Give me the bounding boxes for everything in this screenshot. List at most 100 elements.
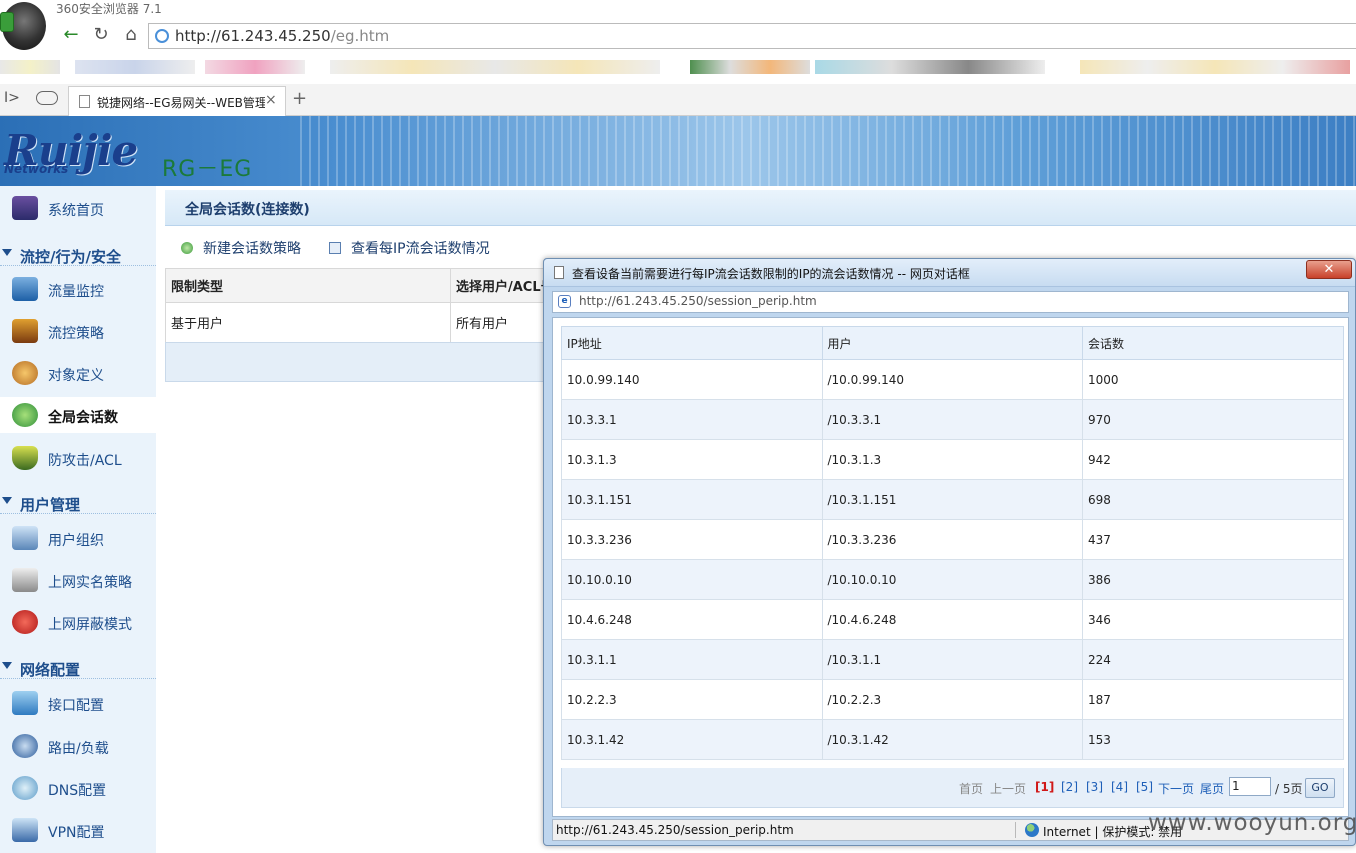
sidebar-item-label: 上网屏蔽模式 <box>48 617 132 633</box>
toolbar: 新建会话数策略 查看每IP流会话数情况 <box>165 234 865 260</box>
tab-close-icon[interactable]: × <box>265 92 277 108</box>
view-per-ip-link[interactable]: 查看每IP流会话数情况 <box>329 238 490 258</box>
tab-bar: I> 锐捷网络--EG易网关--WEB管理 × + <box>0 84 1356 116</box>
pager: 首页 上一页 [1] [2] [3] [4] [5] 下一页 尾页 1 / 5页… <box>561 768 1344 808</box>
sidebar-item-routing[interactable]: 路由/负载 <box>0 728 156 764</box>
banner-decoration <box>300 116 1356 186</box>
table-row[interactable]: 10.2.2.3/10.2.2.3 187 <box>561 679 1344 720</box>
cell-ip: 10.3.1.1 <box>561 639 823 680</box>
favorite-item[interactable] <box>0 60 60 74</box>
pager-last[interactable]: 尾页 <box>1200 780 1224 797</box>
refresh-icon[interactable]: ↻ <box>88 24 114 48</box>
sidebar-group-users[interactable]: 用户管理 <box>0 492 156 514</box>
sidebar-toggle-icon[interactable]: I> <box>4 90 20 106</box>
sidebar-group-label: 流控/行为/安全 <box>20 248 121 266</box>
status-divider <box>1015 822 1016 838</box>
avatar-badge <box>0 12 14 32</box>
sidebar-item-attack-acl[interactable]: 防攻击/ACL <box>0 440 156 476</box>
tab-active[interactable]: 锐捷网络--EG易网关--WEB管理 × <box>68 86 286 116</box>
table-row[interactable]: 10.3.1.151/10.3.1.151 698 <box>561 479 1344 520</box>
favorite-item[interactable] <box>815 60 1045 74</box>
list-icon <box>329 242 341 254</box>
dialog-address-bar: e http://61.243.45.250/session_perip.htm <box>552 291 1349 313</box>
sidebar-group-label: 网络配置 <box>20 661 81 679</box>
pager-page-1[interactable]: [1] <box>1035 780 1054 794</box>
dialog-title: 查看设备当前需要进行每IP流会话数限制的IP的流会话数情况 -- 网页对话框 <box>572 267 970 281</box>
router-icon <box>12 734 38 758</box>
table-row[interactable]: 10.3.1.1/10.3.1.1 224 <box>561 639 1344 680</box>
table-header-row: IP地址 用户 会话数 <box>561 326 1344 360</box>
cell-sessions: 1000 <box>1082 359 1344 400</box>
favorite-item[interactable] <box>330 60 660 74</box>
page-number-input[interactable]: 1 <box>1229 777 1271 796</box>
table-row[interactable]: 10.3.1.3/10.3.1.3 942 <box>561 439 1344 480</box>
page-banner: Ruijie Networks RG－EG <box>0 116 1356 186</box>
favorite-item[interactable] <box>205 60 305 74</box>
sidebar-item-user-org[interactable]: 用户组织 <box>0 520 156 556</box>
cell-user: /10.3.1.42 <box>821 719 1083 760</box>
sidebar-item-realname-policy[interactable]: 上网实名策略 <box>0 562 156 598</box>
pager-page-3[interactable]: [3] <box>1086 780 1103 794</box>
back-icon[interactable]: ← <box>58 24 84 48</box>
pager-page-2[interactable]: [2] <box>1061 780 1078 794</box>
pager-prev[interactable]: 上一页 <box>990 780 1026 797</box>
favorite-item[interactable] <box>75 60 195 74</box>
new-tab-button[interactable]: + <box>292 88 307 109</box>
sidebar-item-traffic-monitor[interactable]: 流量监控 <box>0 271 156 307</box>
table-row[interactable]: 10.0.99.140/10.0.99.140 1000 <box>561 359 1344 400</box>
sidebar-item-label: 防攻击/ACL <box>48 453 122 469</box>
sidebar-item-global-sessions[interactable]: 全局会话数 <box>0 397 156 433</box>
sidebar-item-label: 全局会话数 <box>48 410 118 426</box>
main-header: 全局会话数(连接数) <box>165 190 1356 226</box>
table-row[interactable]: 10.3.3.236/10.3.3.236 437 <box>561 519 1344 560</box>
cell-user: /10.3.1.151 <box>821 479 1083 520</box>
sidebar-item-label: 上网实名策略 <box>48 575 132 591</box>
dialog-body: IP地址 用户 会话数 10.0.99.140/10.0.99.140 1000 1… <box>552 317 1349 817</box>
cell-sessions: 187 <box>1082 679 1344 720</box>
browser-name: 360安全浏览器 7.1 <box>56 2 162 16</box>
home-icon[interactable]: ⌂ <box>118 24 144 48</box>
sidebar-item-flow-policy[interactable]: 流控策略 <box>0 313 156 349</box>
favorite-item[interactable] <box>690 60 810 74</box>
pager-next[interactable]: 下一页 <box>1158 780 1194 797</box>
sidebar-item-home[interactable]: 系统首页 <box>0 190 156 226</box>
shield-icon <box>12 446 38 470</box>
cell-ip: 10.3.1.42 <box>561 719 823 760</box>
cell-ip: 10.2.2.3 <box>561 679 823 720</box>
url-text: http://61.243.45.250/eg.htm <box>175 27 390 45</box>
sidebar-item-object-define[interactable]: 对象定义 <box>0 355 156 391</box>
column-header-user: 用户 <box>821 326 1083 360</box>
pager-first[interactable]: 首页 <box>959 780 983 797</box>
dialog-url: http://61.243.45.250/session_perip.htm <box>579 294 817 308</box>
pager-page-4[interactable]: [4] <box>1111 780 1128 794</box>
table-row[interactable]: 10.3.1.42/10.3.1.42 153 <box>561 719 1344 760</box>
cell-ip: 10.4.6.248 <box>561 599 823 640</box>
sidebar-item-dns[interactable]: DNS配置 <box>0 770 156 806</box>
tab-title: 锐捷网络--EG易网关--WEB管理 <box>97 96 265 110</box>
sidebar-item-interface[interactable]: 接口配置 <box>0 685 156 721</box>
table-row[interactable]: 10.4.6.248/10.4.6.248 346 <box>561 599 1344 640</box>
page-icon <box>554 266 564 279</box>
favorites-bar <box>0 58 1356 78</box>
dialog-titlebar[interactable]: 查看设备当前需要进行每IP流会话数限制的IP的流会话数情况 -- 网页对话框 ✕ <box>544 259 1355 287</box>
pager-go-button[interactable]: GO <box>1305 778 1335 798</box>
favorite-item[interactable] <box>1080 60 1350 74</box>
column-header: 限制类型 <box>165 268 451 303</box>
policy-icon <box>12 319 38 343</box>
url-input[interactable]: http://61.243.45.250/eg.htm <box>148 23 1356 49</box>
sidebar-item-block-mode[interactable]: 上网屏蔽模式 <box>0 604 156 640</box>
cell-sessions: 386 <box>1082 559 1344 600</box>
cloud-icon[interactable] <box>36 91 58 105</box>
table-row[interactable]: 10.10.0.10/10.10.0.10 386 <box>561 559 1344 600</box>
device-model: RG－EG <box>162 157 253 182</box>
table-cell: 基于用户 <box>165 302 451 343</box>
close-button[interactable]: ✕ <box>1306 260 1352 279</box>
sidebar-group-flow[interactable]: 流控/行为/安全 <box>0 244 156 266</box>
table-row[interactable]: 10.3.3.1/10.3.3.1 970 <box>561 399 1344 440</box>
sidebar-group-network[interactable]: 网络配置 <box>0 657 156 679</box>
new-policy-link[interactable]: 新建会话数策略 <box>181 238 301 258</box>
cell-ip: 10.3.1.3 <box>561 439 823 480</box>
pager-page-5[interactable]: [5] <box>1136 780 1153 794</box>
sidebar-item-vpn[interactable]: VPN配置 <box>0 812 156 848</box>
sidebar-item-label: 接口配置 <box>48 698 104 714</box>
